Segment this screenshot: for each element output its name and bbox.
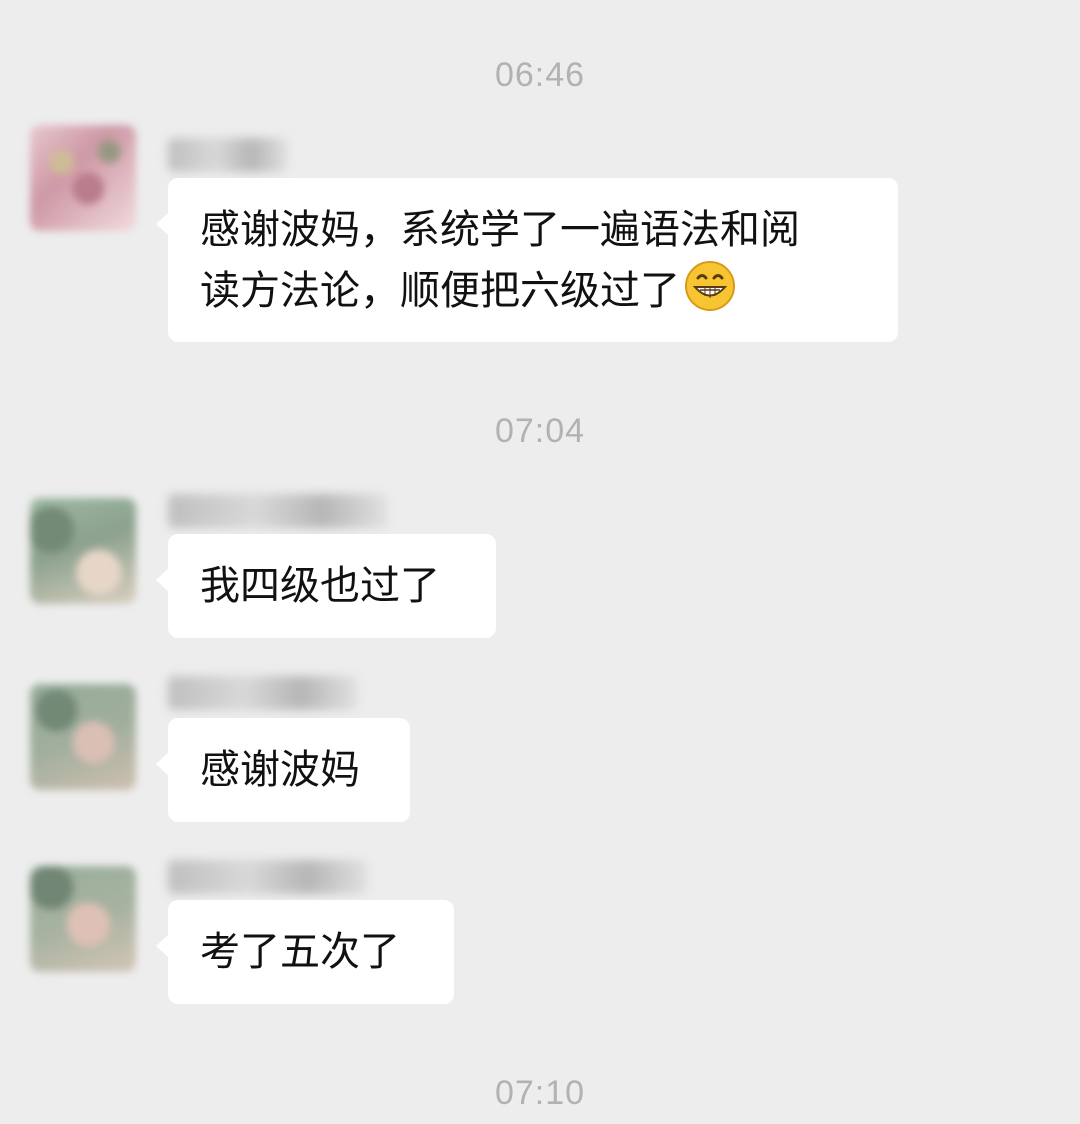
message-text: 感谢波妈 — [200, 747, 360, 793]
sender-name-blurred — [168, 138, 288, 172]
timestamp: 07:10 — [494, 1074, 586, 1112]
timestamp: 06:46 — [494, 56, 586, 94]
grinning-face-icon — [685, 261, 735, 311]
message-bubble[interactable]: 感谢波妈 — [156, 718, 410, 822]
avatar[interactable] — [30, 866, 136, 972]
message-bubble[interactable]: 感谢波妈，系统学了一遍语法和阅 读方法论，顺便把六级过了 — [156, 178, 898, 342]
timestamp: 07:04 — [494, 412, 586, 450]
message-text: 我四级也过了 — [200, 563, 440, 609]
message-text: 读方法论，顺便把六级过了 — [200, 268, 680, 314]
avatar[interactable] — [30, 125, 136, 231]
sender-name-blurred — [168, 494, 388, 528]
sender-name-blurred — [168, 676, 358, 710]
avatar[interactable] — [30, 498, 136, 604]
message-text-line: 感谢波妈，系统学了一遍语法和阅 — [200, 207, 800, 253]
avatar[interactable] — [30, 684, 136, 790]
message-text-line-with-emoji: 读方法论，顺便把六级过了 — [200, 260, 866, 321]
message-bubble[interactable]: 我四级也过了 — [156, 534, 496, 638]
message-bubble[interactable]: 考了五次了 — [156, 900, 454, 1004]
message-text: 考了五次了 — [200, 929, 400, 975]
sender-name-blurred — [168, 860, 368, 894]
